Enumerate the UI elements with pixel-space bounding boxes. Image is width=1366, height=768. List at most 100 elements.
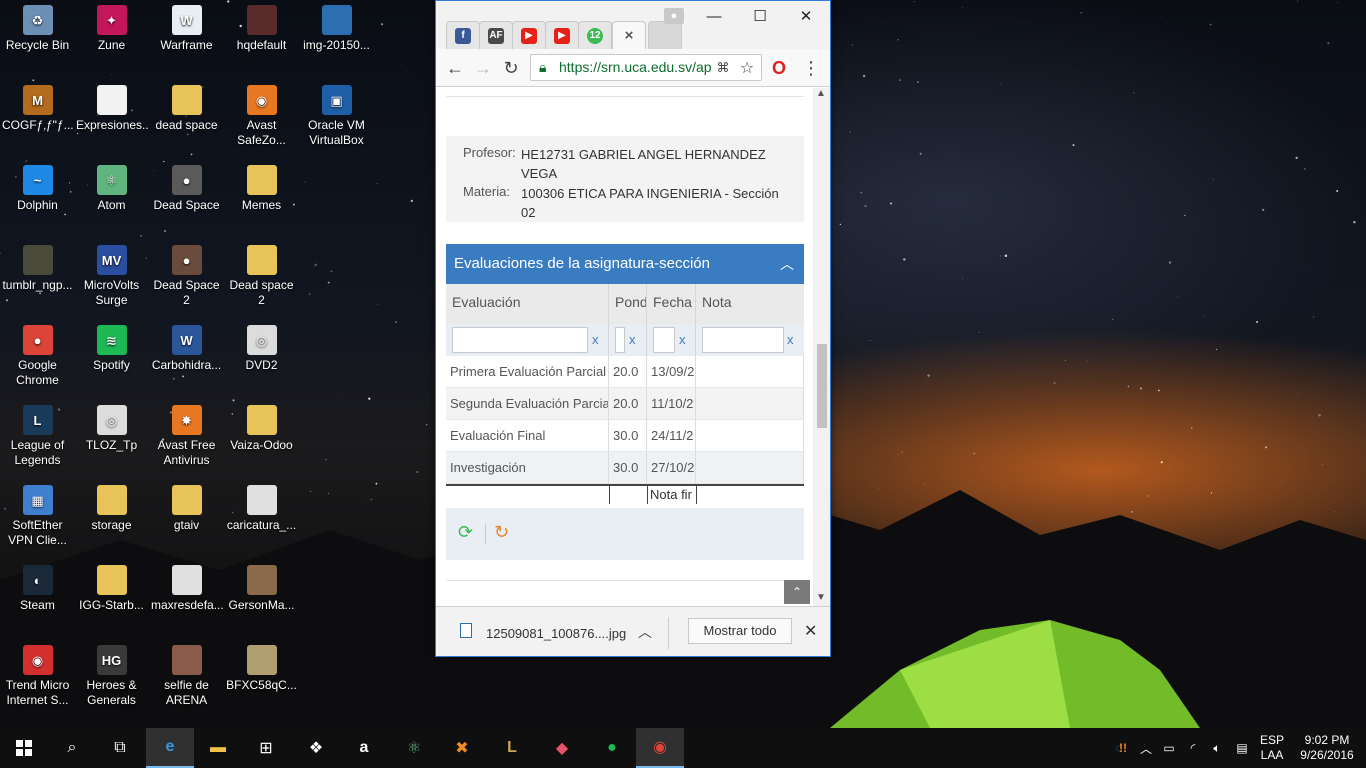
desktop-icon[interactable]: HG Heroes & Generals: [74, 640, 149, 708]
desktop-icon[interactable]: ▣ Oracle VM VirtualBox: [299, 80, 374, 148]
edge-icon[interactable]: e: [146, 728, 194, 768]
show-hidden-icons-chevron[interactable]: ︿: [1136, 728, 1156, 768]
active-tab-close[interactable]: ×: [612, 21, 646, 49]
desktop-icon[interactable]: W Warframe: [149, 0, 224, 53]
scrollbar-thumb[interactable]: [817, 344, 827, 428]
desktop-icon[interactable]: maxresdefa...: [149, 560, 224, 613]
atom-taskbar-icon[interactable]: ⚛: [390, 728, 438, 768]
spotify-taskbar-icon[interactable]: ●: [588, 728, 636, 768]
desktop-icon[interactable]: ▦ SoftEther VPN Clie...: [0, 480, 75, 548]
column-header-fecha[interactable]: Fecha r: [647, 284, 696, 324]
desktop-icon[interactable]: BFXC58qC...: [224, 640, 299, 693]
evaluations-panel-header[interactable]: Evaluaciones de la asignatura-sección ︿: [446, 244, 804, 284]
clear-filter-icon[interactable]: x: [679, 332, 686, 347]
close-download-bar-icon[interactable]: ✕: [804, 621, 817, 641]
battery-icon[interactable]: ▭: [1158, 728, 1180, 768]
back-icon[interactable]: ←: [444, 57, 466, 79]
forward-icon[interactable]: →: [472, 57, 494, 79]
desktop-icon[interactable]: Expresiones...: [74, 80, 149, 133]
column-header-nota[interactable]: Nota: [696, 284, 804, 324]
desktop-icon[interactable]: ◎ TLOZ_Tp: [74, 400, 149, 453]
amazon-icon[interactable]: a: [340, 728, 388, 768]
desktop-icon[interactable]: caricatura_...: [224, 480, 299, 533]
desktop-icon[interactable]: Dead space 2: [224, 240, 299, 308]
desktop-icon[interactable]: selfie de ARENA: [149, 640, 224, 708]
desktop-icon[interactable]: gtaiv: [149, 480, 224, 533]
menu-icon[interactable]: ⋮: [800, 57, 822, 79]
browser-tab[interactable]: 12: [578, 21, 612, 49]
desktop-icon[interactable]: ~ Dolphin: [0, 160, 75, 213]
browser-tab[interactable]: ▶: [512, 21, 546, 49]
volume-icon[interactable]: 🔈︎: [1206, 728, 1228, 768]
notification-badge-icon[interactable]: !!: [1114, 728, 1132, 768]
desktop-icon[interactable]: GersonMa...: [224, 560, 299, 613]
chrome-taskbar-icon[interactable]: ◉: [636, 728, 684, 768]
desktop-icon[interactable]: ≋ Spotify: [74, 320, 149, 373]
download-options-chevron-icon[interactable]: ︿: [638, 622, 652, 642]
task-view-icon[interactable]: ⧉: [96, 728, 144, 768]
clear-filter-icon[interactable]: x: [629, 332, 636, 347]
download-filename[interactable]: 12509081_100876....jpg: [486, 626, 626, 641]
desktop-icon[interactable]: ◎ DVD2: [224, 320, 299, 373]
maximize-button[interactable]: ☐: [740, 5, 780, 27]
action-center-icon[interactable]: ▤: [1230, 728, 1254, 768]
desktop-icon[interactable]: ✦ Zune: [74, 0, 149, 53]
file-explorer-icon[interactable]: ▬: [194, 728, 242, 768]
vertical-scrollbar[interactable]: ▲ ▼: [813, 88, 830, 606]
scroll-top-button[interactable]: ⌃: [784, 580, 810, 604]
desktop-icon[interactable]: tumblr_ngp...: [0, 240, 75, 293]
desktop-icon[interactable]: hqdefault: [224, 0, 299, 53]
desktop-icon[interactable]: M COGFƒ‚ƒ"ƒ...ƒtƒ"ƒeƒBƒ...: [0, 80, 75, 133]
browser-tab[interactable]: f: [446, 21, 480, 49]
desktop-icon[interactable]: dead space: [149, 80, 224, 133]
clear-filter-icon[interactable]: x: [787, 332, 794, 347]
desktop-icon[interactable]: ◐ Steam: [0, 560, 75, 613]
desktop-icon[interactable]: ♻ Recycle Bin: [0, 0, 75, 53]
desktop-icon[interactable]: W Carbohidra...: [149, 320, 224, 373]
collapse-chevron-icon[interactable]: ︿: [780, 244, 794, 284]
xampp-icon[interactable]: ✖: [438, 728, 486, 768]
desktop-icon[interactable]: Memes: [224, 160, 299, 213]
column-header-evaluacion[interactable]: Evaluación: [446, 284, 609, 324]
filter-input-fecha[interactable]: [653, 327, 675, 353]
close-window-button[interactable]: ✕: [786, 5, 826, 27]
translate-icon[interactable]: ⌘: [712, 57, 734, 79]
minimize-button[interactable]: —: [694, 5, 734, 27]
sourcetree-icon[interactable]: ◆: [538, 728, 586, 768]
browser-tab[interactable]: ▶: [545, 21, 579, 49]
reset-icon[interactable]: ↻: [494, 522, 509, 543]
reload-icon[interactable]: ↻: [500, 57, 522, 79]
filter-input-pond[interactable]: [615, 327, 625, 353]
dropbox-icon[interactable]: ❖: [292, 728, 340, 768]
filter-input-evaluacion[interactable]: [452, 327, 588, 353]
start-button[interactable]: [0, 728, 48, 768]
show-all-downloads-button[interactable]: Mostrar todo: [688, 618, 792, 644]
desktop-icon[interactable]: ◉ Avast SafeZo...: [224, 80, 299, 148]
desktop-icon[interactable]: ◉ Trend Micro Internet S...: [0, 640, 75, 708]
league-taskbar-icon[interactable]: L: [488, 728, 536, 768]
scroll-up-arrow-icon[interactable]: ▲: [816, 88, 826, 99]
search-icon[interactable]: ⌕: [48, 728, 96, 768]
desktop-icon[interactable]: ● Google Chrome: [0, 320, 75, 388]
bookmark-star-icon[interactable]: ☆: [736, 57, 758, 79]
desktop-icon[interactable]: ● Dead Space 2: [149, 240, 224, 308]
opera-extension-icon[interactable]: O: [768, 57, 790, 79]
filter-input-nota[interactable]: [702, 327, 784, 353]
clock[interactable]: 9:02 PM 9/26/2016: [1292, 728, 1362, 768]
desktop-icon[interactable]: IGG-Starb...: [74, 560, 149, 613]
desktop-icon[interactable]: ⚛ Atom: [74, 160, 149, 213]
wifi-icon[interactable]: ◜: [1182, 728, 1204, 768]
desktop-icon[interactable]: ● Dead Space: [149, 160, 224, 213]
desktop-icon[interactable]: L League of Legends: [0, 400, 75, 468]
desktop-icon[interactable]: img-20150...: [299, 0, 374, 53]
desktop-icon[interactable]: ✸ Avast Free Antivirus: [149, 400, 224, 468]
clear-filter-icon[interactable]: x: [592, 332, 599, 347]
scroll-down-arrow-icon[interactable]: ▼: [816, 592, 826, 603]
desktop-icon[interactable]: Vaiza-Odoo: [224, 400, 299, 453]
input-language[interactable]: ESP LAA: [1256, 728, 1288, 768]
refresh-icon[interactable]: ⟳: [458, 522, 473, 543]
browser-tab[interactable]: AF: [479, 21, 513, 49]
column-header-pond[interactable]: Pond: [609, 284, 647, 324]
desktop-icon[interactable]: storage: [74, 480, 149, 533]
desktop-icon[interactable]: MV MicroVolts Surge: [74, 240, 149, 308]
